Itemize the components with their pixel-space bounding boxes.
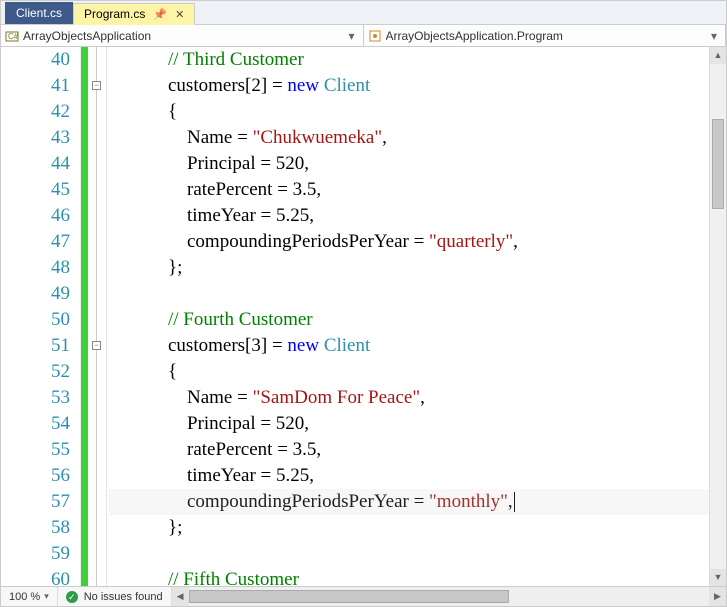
change-marker-column [81,47,89,586]
line-number: 47 [1,229,70,255]
hscroll-thumb[interactable] [189,590,509,603]
scroll-down-icon[interactable]: ▼ [710,569,726,586]
svg-text:C#: C# [8,32,19,41]
line-number: 50 [1,307,70,333]
outline-column[interactable]: −− [89,47,107,586]
close-icon[interactable]: ✕ [175,8,184,21]
collapse-toggle-icon[interactable]: − [92,341,101,350]
status-bar: 100 % ▾ ✓ No issues found ◀ ▶ [1,586,726,606]
scroll-up-icon[interactable]: ▲ [710,47,726,64]
project-label: ArrayObjectsApplication [23,29,344,43]
line-number: 57 [1,489,70,515]
code-line[interactable]: }; [111,255,709,281]
nav-bar: C# ArrayObjectsApplication ▾ ArrayObject… [1,25,726,47]
line-number: 42 [1,99,70,125]
class-icon [368,29,382,43]
collapse-toggle-icon[interactable]: − [92,81,101,90]
horizontal-scrollbar[interactable]: ◀ ▶ [172,587,726,606]
tab-program[interactable]: Program.cs 📌 ✕ [73,3,195,25]
tab-client[interactable]: Client.cs [5,2,73,24]
line-number: 49 [1,281,70,307]
line-number: 40 [1,47,70,73]
line-number: 54 [1,411,70,437]
code-line[interactable]: Name = "SamDom For Peace", [111,385,709,411]
chevron-down-icon: ▾ [707,29,721,43]
project-dropdown[interactable]: C# ArrayObjectsApplication ▾ [1,25,364,46]
code-line[interactable]: ratePercent = 3.5, [111,177,709,203]
text-cursor [514,492,515,512]
scroll-right-icon[interactable]: ▶ [709,587,726,606]
check-icon: ✓ [66,591,78,603]
scope-label: ArrayObjectsApplication.Program [386,29,707,43]
code-line[interactable]: { [111,99,709,125]
code-line[interactable] [111,541,709,567]
line-number: 55 [1,437,70,463]
code-line[interactable]: // Third Customer [111,47,709,73]
line-number: 46 [1,203,70,229]
line-number: 53 [1,385,70,411]
line-number: 43 [1,125,70,151]
code-line[interactable]: customers[3] = new Client [111,333,709,359]
line-number-gutter: 4041424344454647484950515253545556575859… [1,47,81,586]
issues-status[interactable]: ✓ No issues found [58,587,172,606]
scope-dropdown[interactable]: ArrayObjectsApplication.Program ▾ [364,25,727,46]
line-number: 59 [1,541,70,567]
code-line[interactable]: // Fifth Customer [111,567,709,586]
scroll-left-icon[interactable]: ◀ [172,587,189,606]
chevron-down-icon: ▾ [344,29,358,43]
code-line[interactable]: Principal = 520, [111,411,709,437]
tab-label: Program.cs [84,7,145,21]
code-line[interactable]: timeYear = 5.25, [111,463,709,489]
code-line[interactable]: compoundingPeriodsPerYear = "monthly", [111,489,709,515]
code-line[interactable]: }; [111,515,709,541]
code-line[interactable]: timeYear = 5.25, [111,203,709,229]
code-line[interactable]: { [111,359,709,385]
line-number: 48 [1,255,70,281]
csharp-project-icon: C# [5,29,19,43]
code-line[interactable]: customers[2] = new Client [111,73,709,99]
scroll-thumb[interactable] [712,119,724,209]
issues-label: No issues found [84,591,163,603]
zoom-label: 100 % [9,591,40,603]
tab-label: Client.cs [16,6,62,20]
line-number: 52 [1,359,70,385]
code-area[interactable]: // Third Customer customers[2] = new Cli… [107,47,709,586]
line-number: 58 [1,515,70,541]
tab-bar: Client.cs Program.cs 📌 ✕ [1,1,726,25]
code-editor[interactable]: 4041424344454647484950515253545556575859… [1,47,726,586]
line-number: 56 [1,463,70,489]
pin-icon[interactable]: 📌 [153,8,167,21]
chevron-down-icon: ▾ [44,591,49,602]
code-line[interactable]: // Fourth Customer [111,307,709,333]
code-line[interactable]: ratePercent = 3.5, [111,437,709,463]
vertical-scrollbar[interactable]: ▲ ▼ [709,47,726,586]
line-number: 51 [1,333,70,359]
code-line[interactable]: Principal = 520, [111,151,709,177]
zoom-dropdown[interactable]: 100 % ▾ [1,587,58,606]
code-line[interactable]: compoundingPeriodsPerYear = "quarterly", [111,229,709,255]
line-number: 45 [1,177,70,203]
code-line[interactable] [111,281,709,307]
code-line[interactable]: Name = "Chukwuemeka", [111,125,709,151]
scroll-track[interactable] [710,64,726,569]
line-number: 60 [1,567,70,586]
line-number: 44 [1,151,70,177]
line-number: 41 [1,73,70,99]
